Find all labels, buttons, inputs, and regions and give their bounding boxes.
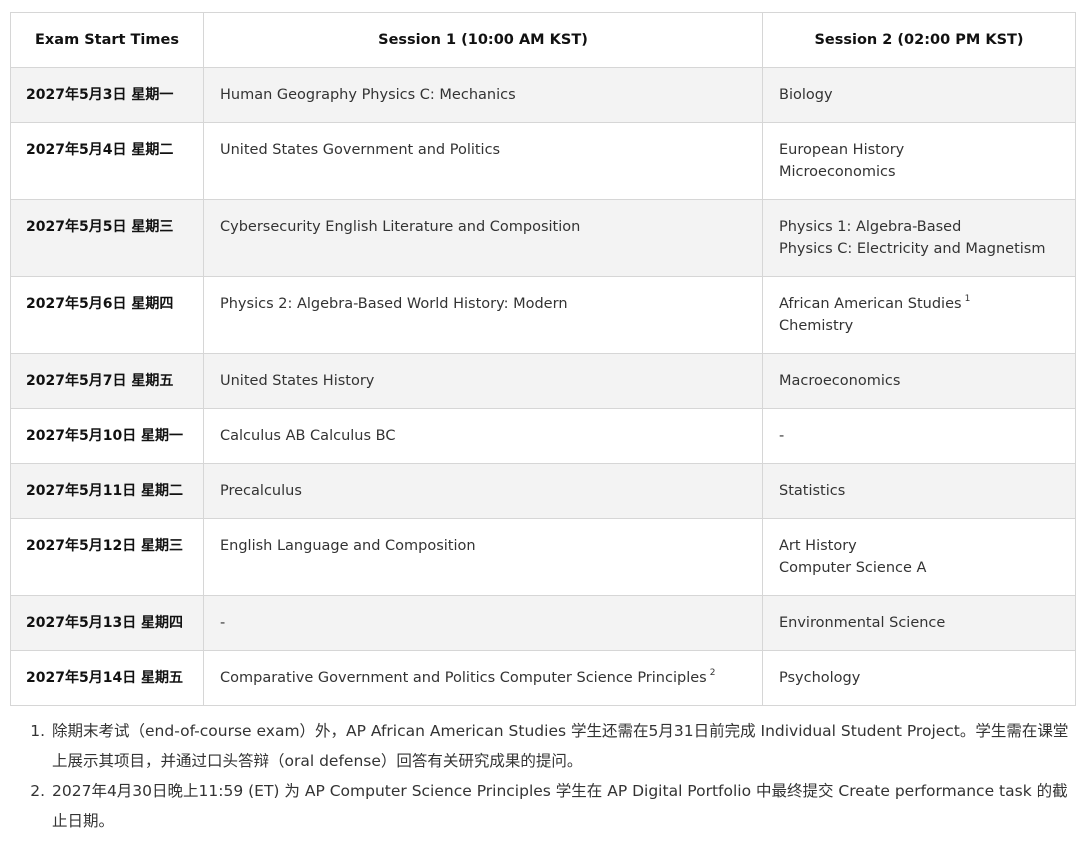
table-row: 2027年5月10日 星期一 Calculus AB Calculus BC - xyxy=(10,408,1076,464)
exam-name: United States Government and Politics xyxy=(220,142,501,158)
exam-name: English Language and Composition xyxy=(220,538,476,554)
exam-name: Microeconomics xyxy=(779,164,896,180)
exam-date: 2027年5月5日 星期三 xyxy=(10,199,204,277)
exam-name-with-footnote: Comparative Government and Politics Comp… xyxy=(220,667,746,689)
exam-name: Physics C: Electricity and Magnetism xyxy=(779,241,1046,257)
session-2-exams: Macroeconomics xyxy=(762,353,1076,409)
session-1-exams: United States History xyxy=(203,353,763,409)
exam-name: United States History xyxy=(220,373,375,389)
session-1-exams: Cybersecurity English Literature and Com… xyxy=(203,199,763,277)
exam-name: Psychology xyxy=(779,670,861,686)
exam-name: - xyxy=(779,428,785,444)
exam-date: 2027年5月13日 星期四 xyxy=(10,595,204,651)
exam-name: African American Studies xyxy=(779,296,962,312)
exam-name: Comparative Government and Politics Comp… xyxy=(220,670,707,686)
table-header-row: Exam Start Times Session 1 (10:00 AM KST… xyxy=(10,12,1076,68)
session-2-exams: European History Microeconomics xyxy=(762,122,1076,200)
exam-name: European History xyxy=(779,142,905,158)
footnote-ref-2[interactable]: 2 xyxy=(710,668,716,678)
session-2-exams: Statistics xyxy=(762,463,1076,519)
table-row: 2027年5月13日 星期四 - Environmental Science xyxy=(10,595,1076,651)
exam-date: 2027年5月11日 星期二 xyxy=(10,463,204,519)
exam-name: Macroeconomics xyxy=(779,373,901,389)
footnote-2: 2027年4月30日晚上11:59 (ET) 为 AP Computer Sci… xyxy=(50,776,1070,836)
footnote-1: 除期末考试（end-of-course exam）外，AP African Am… xyxy=(50,716,1070,776)
exam-date: 2027年5月12日 星期三 xyxy=(10,518,204,596)
session-2-exams: Art History Computer Science A xyxy=(762,518,1076,596)
exam-date: 2027年5月3日 星期一 xyxy=(10,67,204,123)
exam-date: 2027年5月4日 星期二 xyxy=(10,122,204,200)
exam-name: Physics 2: Algebra-Based World History: … xyxy=(220,296,568,312)
header-session-1: Session 1 (10:00 AM KST) xyxy=(203,12,763,68)
exam-name: - xyxy=(220,615,226,631)
exam-name: Chemistry xyxy=(779,318,854,334)
session-2-exams: Psychology xyxy=(762,650,1076,706)
session-1-exams: English Language and Composition xyxy=(203,518,763,596)
footnote-ref-1[interactable]: 1 xyxy=(965,294,971,304)
session-1-exams: Precalculus xyxy=(203,463,763,519)
session-1-exams: - xyxy=(203,595,763,651)
table-row: 2027年5月5日 星期三 Cybersecurity English Lite… xyxy=(10,199,1076,277)
exam-name: Environmental Science xyxy=(779,615,946,631)
header-session-2: Session 2 (02:00 PM KST) xyxy=(762,12,1076,68)
exam-name: Computer Science A xyxy=(779,560,927,576)
session-2-exams: Physics 1: Algebra-Based Physics C: Elec… xyxy=(762,199,1076,277)
exam-name: Art History xyxy=(779,538,857,554)
exam-name: Statistics xyxy=(779,483,846,499)
session-2-exams: Biology xyxy=(762,67,1076,123)
header-exam-start-times: Exam Start Times xyxy=(10,12,204,68)
exam-date: 2027年5月6日 星期四 xyxy=(10,276,204,354)
exam-date: 2027年5月14日 星期五 xyxy=(10,650,204,706)
exam-name-with-footnote: African American Studies 1 xyxy=(779,293,1059,315)
table-row: 2027年5月11日 星期二 Precalculus Statistics xyxy=(10,463,1076,519)
table-row: 2027年5月3日 星期一 Human Geography Physics C:… xyxy=(10,67,1076,123)
session-2-exams: - xyxy=(762,408,1076,464)
table-row: 2027年5月12日 星期三 English Language and Comp… xyxy=(10,518,1076,596)
exam-name: Precalculus xyxy=(220,483,302,499)
exam-date: 2027年5月10日 星期一 xyxy=(10,408,204,464)
session-1-exams: Physics 2: Algebra-Based World History: … xyxy=(203,276,763,354)
exam-name: Human Geography Physics C: Mechanics xyxy=(220,87,516,103)
exam-schedule-container: Exam Start Times Session 1 (10:00 AM KST… xyxy=(10,12,1076,706)
table-row: 2027年5月7日 星期五 United States History Macr… xyxy=(10,353,1076,409)
exam-date: 2027年5月7日 星期五 xyxy=(10,353,204,409)
session-1-exams: Calculus AB Calculus BC xyxy=(203,408,763,464)
table-row: 2027年5月4日 星期二 United States Government a… xyxy=(10,122,1076,200)
exam-name: Cybersecurity English Literature and Com… xyxy=(220,219,581,235)
session-1-exams: Comparative Government and Politics Comp… xyxy=(203,650,763,706)
session-2-exams: African American Studies 1 Chemistry xyxy=(762,276,1076,354)
session-1-exams: United States Government and Politics xyxy=(203,122,763,200)
exam-name: Physics 1: Algebra-Based xyxy=(779,219,962,235)
session-1-exams: Human Geography Physics C: Mechanics xyxy=(203,67,763,123)
session-2-exams: Environmental Science xyxy=(762,595,1076,651)
exam-name: Calculus AB Calculus BC xyxy=(220,428,396,444)
table-row: 2027年5月6日 星期四 Physics 2: Algebra-Based W… xyxy=(10,276,1076,354)
exam-schedule-table: Exam Start Times Session 1 (10:00 AM KST… xyxy=(10,12,1076,706)
exam-name: Biology xyxy=(779,87,833,103)
footnotes-list: 除期末考试（end-of-course exam）外，AP African Am… xyxy=(0,716,1070,836)
table-row: 2027年5月14日 星期五 Comparative Government an… xyxy=(10,650,1076,706)
